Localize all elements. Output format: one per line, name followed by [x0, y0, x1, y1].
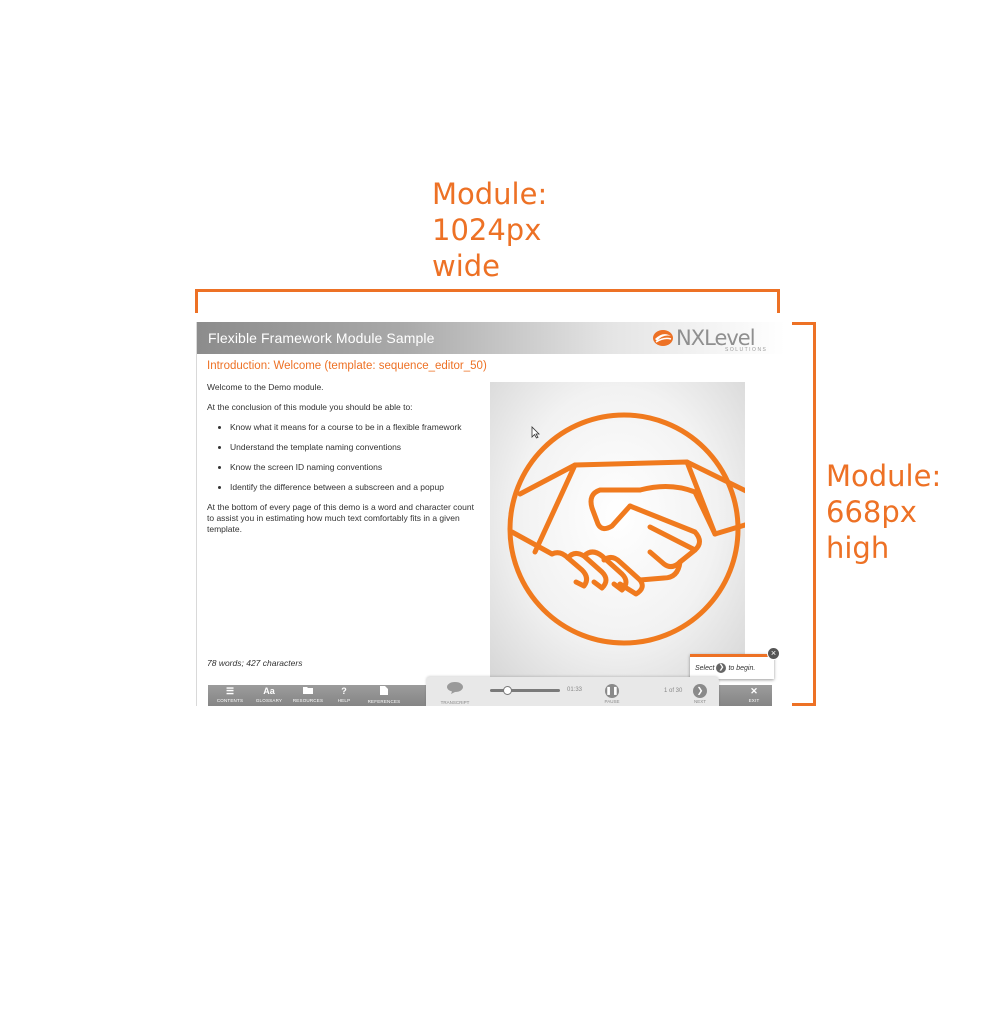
- glossary-icon: Aa: [263, 686, 275, 696]
- module-width-annotation: Module: 1024px wide: [432, 176, 592, 284]
- page-heading: Introduction: Welcome (template: sequenc…: [207, 360, 487, 372]
- annotation-line: Module:: [432, 177, 548, 211]
- list-item: Understand the template naming conventio…: [230, 442, 477, 453]
- list-item: Identify the difference between a subscr…: [230, 482, 477, 493]
- references-button[interactable]: REFERENCES: [363, 685, 405, 706]
- intro-text: Welcome to the Demo module.: [207, 382, 324, 392]
- annotation-line: wide: [432, 249, 501, 283]
- annotation-line: high: [826, 531, 890, 565]
- pause-button[interactable]: ❚❚ PAUSE: [599, 680, 625, 705]
- popup-label-before: Select: [695, 664, 715, 672]
- resources-label: RESOURCES: [292, 698, 324, 703]
- glossary-button[interactable]: Aa GLOSSARY: [251, 685, 287, 706]
- next-arrow-icon: ❯: [716, 663, 727, 673]
- next-label: NEXT: [693, 699, 706, 704]
- help-button[interactable]: ? HELP: [333, 685, 355, 706]
- module-title: Flexible Framework Module Sample: [208, 330, 435, 346]
- logo-subtitle: SOLUTIONS: [725, 347, 768, 353]
- mouse-cursor-icon: [531, 426, 540, 439]
- contents-button[interactable]: ☰ CONTENTS: [213, 685, 247, 706]
- contents-label: CONTENTS: [216, 698, 244, 703]
- logo-swirl-icon: [653, 330, 673, 346]
- word-count: 78 words; 427 characters: [207, 658, 303, 668]
- annotation-line: Module:: [826, 459, 942, 493]
- width-bracket: [195, 289, 780, 313]
- begin-popup[interactable]: Select ❯ to begin.: [690, 654, 774, 679]
- handshake-icon: [507, 412, 758, 646]
- next-arrow-icon: ❯: [693, 684, 707, 698]
- pause-icon: ❚❚: [605, 684, 619, 698]
- folder-icon: [290, 686, 326, 697]
- annotation-line: 668px: [826, 495, 917, 529]
- exit-button[interactable]: ✕ EXIT: [743, 685, 765, 706]
- help-icon: ?: [341, 686, 347, 696]
- document-icon: [363, 686, 405, 698]
- nxlevel-logo: NXLevel SOLUTIONS: [652, 327, 777, 353]
- contents-icon: ☰: [225, 686, 235, 696]
- exit-label: EXIT: [748, 698, 760, 703]
- page-counter: 1 of 30: [664, 688, 683, 694]
- progress-track[interactable]: [490, 689, 560, 692]
- resources-button[interactable]: RESOURCES: [290, 685, 326, 706]
- next-button[interactable]: ❯ NEXT: [687, 680, 713, 705]
- glossary-label: GLOSSARY: [255, 698, 283, 703]
- content-text: Welcome to the Demo module. At the concl…: [207, 382, 477, 544]
- popup-close-icon[interactable]: ×: [767, 647, 780, 660]
- list-item: Know what it means for a course to be in…: [230, 422, 477, 433]
- annotation-line: 1024px: [432, 213, 542, 247]
- popup-label-after: to begin.: [728, 664, 756, 672]
- transcript-label: TRANSCRIPT: [440, 700, 470, 705]
- conclusion-lead: At the conclusion of this module you sho…: [207, 402, 413, 412]
- module-header: Flexible Framework Module Sample NXLevel…: [197, 322, 785, 354]
- module-screen: Flexible Framework Module Sample NXLevel…: [196, 322, 785, 706]
- list-item: Know the screen ID naming conventions: [230, 462, 477, 473]
- height-bracket: [792, 322, 816, 706]
- module-height-annotation: Module: 668px high: [826, 458, 976, 566]
- pause-label: PAUSE: [604, 699, 620, 704]
- popup-text: Select ❯ to begin.: [695, 663, 755, 673]
- close-icon: ✕: [750, 686, 758, 696]
- logo-nx-text: NX: [676, 326, 705, 350]
- time-display: 01:33: [567, 687, 583, 693]
- image-panel: [490, 382, 758, 678]
- references-label: REFERENCES: [367, 699, 401, 704]
- help-label: HELP: [337, 698, 351, 703]
- logo-wordmark: NXLevel: [676, 326, 756, 350]
- footer-note: At the bottom of every page of this demo…: [207, 502, 474, 534]
- objectives-list: Know what it means for a course to be in…: [207, 422, 477, 493]
- progress-knob[interactable]: [503, 686, 512, 695]
- transcript-button[interactable]: TRANSCRIPT: [435, 681, 475, 706]
- speech-bubble-icon: [447, 682, 463, 694]
